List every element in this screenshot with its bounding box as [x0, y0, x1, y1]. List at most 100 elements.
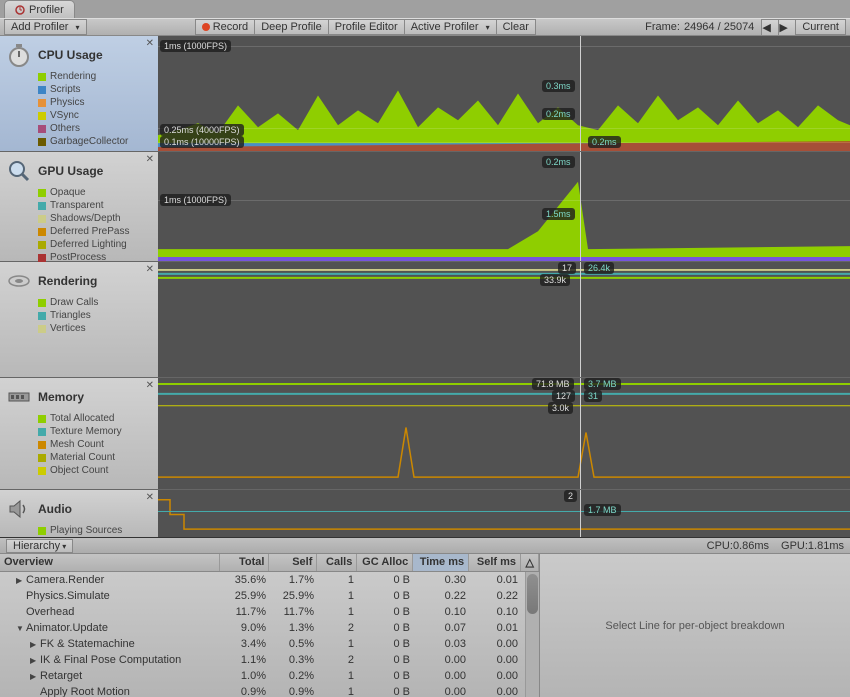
legend-item[interactable]: Opaque [38, 186, 152, 199]
torus-icon [6, 268, 32, 294]
legend-item[interactable]: GarbageCollector [38, 135, 152, 148]
legend-item[interactable]: Shadows/Depth [38, 212, 152, 225]
prev-frame-button[interactable]: ◀ [761, 19, 779, 36]
chart-value-label: 17 [558, 262, 576, 274]
legend-item[interactable]: Deferred Lighting [38, 238, 152, 251]
legend-label: Texture Memory [50, 425, 122, 438]
close-icon[interactable]: ✕ [146, 38, 154, 49]
cell-self: 0.5% [270, 638, 318, 650]
legend-label: VSync [50, 109, 79, 122]
legend-swatch [38, 467, 46, 475]
table-row[interactable]: ▶Retarget1.0%0.2%10 B0.000.00 [0, 668, 539, 684]
legend-item[interactable]: Playing Sources [38, 524, 152, 537]
table-row[interactable]: Overhead11.7%11.7%10 B0.100.10 [0, 604, 539, 620]
legend-label: Deferred Lighting [50, 238, 127, 251]
playhead[interactable] [580, 152, 581, 261]
legend-item[interactable]: Draw Calls [38, 296, 152, 309]
track-gpu[interactable]: ✕ GPU Usage OpaqueTransparentShadows/Dep… [0, 152, 850, 262]
close-icon[interactable]: ✕ [146, 380, 154, 391]
cell-time: 0.00 [414, 686, 470, 697]
track-audio-graph[interactable]: 21.7 MB [158, 490, 850, 537]
legend-item[interactable]: Physics [38, 96, 152, 109]
track-audio[interactable]: ✕ Audio Playing SourcesPlaying Voices 21… [0, 490, 850, 538]
legend-item[interactable]: Object Count [38, 464, 152, 477]
stats-bar: Hierarchy CPU:0.86ms GPU:1.81ms [0, 538, 850, 554]
table-row[interactable]: Physics.Simulate25.9%25.9%10 B0.220.22 [0, 588, 539, 604]
chart-value-label: 1.5ms [542, 208, 575, 220]
playhead[interactable] [580, 36, 581, 151]
track-rendering[interactable]: ✕ Rendering Draw CallsTrianglesVertices … [0, 262, 850, 378]
legend-item[interactable]: Mesh Count [38, 438, 152, 451]
track-memory[interactable]: ✕ Memory Total AllocatedTexture MemoryMe… [0, 378, 850, 490]
chart-value-label: 0.3ms [542, 80, 575, 92]
cell-gc: 0 B [358, 606, 414, 618]
legend-item[interactable]: Total Allocated [38, 412, 152, 425]
col-timems[interactable]: Time ms [413, 554, 469, 571]
col-calls[interactable]: Calls [317, 554, 357, 571]
cell-calls: 1 [318, 670, 358, 682]
legend-swatch [38, 73, 46, 81]
legend-item[interactable]: Rendering [38, 70, 152, 83]
cell-time: 0.10 [414, 606, 470, 618]
next-frame-button[interactable]: ▶ [778, 19, 796, 36]
track-rendering-graph[interactable]: 1733.9k26.4k [158, 262, 850, 377]
expand-arrow-icon[interactable]: ▶ [30, 672, 40, 681]
table-row[interactable]: ▶IK & Final Pose Computation1.1%0.3%20 B… [0, 652, 539, 668]
close-icon[interactable]: ✕ [146, 264, 154, 275]
table-row[interactable]: ▶Camera.Render35.6%1.7%10 B0.300.01 [0, 572, 539, 588]
legend-item[interactable]: Triangles [38, 309, 152, 322]
legend-item[interactable]: Scripts [38, 83, 152, 96]
legend-item[interactable]: Deferred PrePass [38, 225, 152, 238]
close-icon[interactable]: ✕ [146, 492, 154, 503]
current-button[interactable]: Current [795, 19, 846, 35]
chart-value-label: 0.25ms (4000FPS) [160, 124, 244, 136]
legend-item[interactable]: Others [38, 122, 152, 135]
cell-gc: 0 B [358, 590, 414, 602]
toolbar: Add Profiler Record Deep Profile Profile… [0, 18, 850, 36]
cell-time: 0.30 [414, 574, 470, 586]
tab-profiler[interactable]: Profiler [4, 0, 75, 18]
track-memory-graph[interactable]: 71.8 MB1273.0k3.7 MB31 [158, 378, 850, 489]
track-cpu[interactable]: ✕ CPU Usage RenderingScriptsPhysicsVSync… [0, 36, 850, 152]
table-row[interactable]: ▼Animator.Update9.0%1.3%20 B0.070.01 [0, 620, 539, 636]
hierarchy-button[interactable]: Hierarchy [6, 539, 73, 553]
chart-value-label: 3.7 MB [584, 378, 621, 390]
scrollbar[interactable] [525, 572, 539, 697]
playhead[interactable] [580, 490, 581, 537]
col-overview[interactable]: Overview [0, 554, 220, 571]
table-row[interactable]: Apply Root Motion0.9%0.9%10 B0.000.00 [0, 684, 539, 697]
col-gc[interactable]: GC Alloc [357, 554, 413, 571]
col-selfms[interactable]: Self ms [469, 554, 521, 571]
legend-item[interactable]: Transparent [38, 199, 152, 212]
expand-arrow-icon[interactable]: ▼ [16, 624, 26, 633]
cell-selfms: 0.10 [470, 606, 522, 618]
expand-arrow-icon[interactable]: ▶ [30, 656, 40, 665]
playhead[interactable] [580, 262, 581, 377]
profile-editor-button[interactable]: Profile Editor [328, 19, 405, 35]
record-button[interactable]: Record [195, 19, 255, 35]
chart-value-label: 33.9k [540, 274, 570, 286]
active-profiler-button[interactable]: Active Profiler [404, 19, 497, 35]
legend-item[interactable]: VSync [38, 109, 152, 122]
legend-item[interactable]: Vertices [38, 322, 152, 335]
col-self[interactable]: Self [269, 554, 317, 571]
col-triangle[interactable]: △ [521, 554, 539, 571]
close-icon[interactable]: ✕ [146, 154, 154, 165]
cell-calls: 1 [318, 606, 358, 618]
deep-profile-button[interactable]: Deep Profile [254, 19, 329, 35]
playhead[interactable] [580, 378, 581, 489]
expand-arrow-icon[interactable]: ▶ [30, 640, 40, 649]
expand-arrow-icon[interactable]: ▶ [16, 576, 26, 585]
clear-button[interactable]: Clear [496, 19, 536, 35]
col-total[interactable]: Total [220, 554, 270, 571]
table-row[interactable]: ▶FK & Statemachine3.4%0.5%10 B0.030.00 [0, 636, 539, 652]
add-profiler-button[interactable]: Add Profiler [4, 19, 87, 35]
cell-calls: 1 [318, 686, 358, 697]
legend-item[interactable]: Texture Memory [38, 425, 152, 438]
cell-calls: 2 [318, 622, 358, 634]
legend-item[interactable]: Material Count [38, 451, 152, 464]
track-cpu-graph[interactable]: 1ms (1000FPS)0.25ms (4000FPS)0.1ms (1000… [158, 36, 850, 151]
chart-value-label: 0.2ms [542, 108, 575, 120]
scroll-thumb[interactable] [527, 574, 538, 614]
track-gpu-graph[interactable]: 1ms (1000FPS)0.2ms1.5ms [158, 152, 850, 261]
